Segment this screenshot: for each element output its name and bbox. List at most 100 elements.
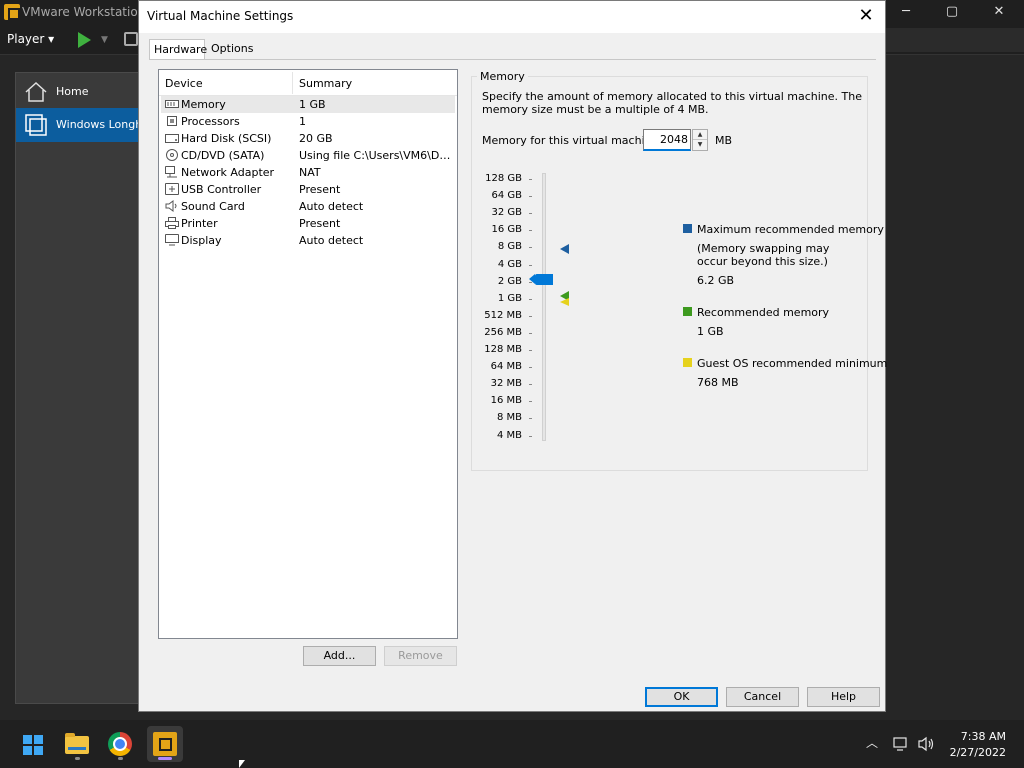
recommended-title: Recommended memory: [697, 306, 830, 319]
start-icon: [23, 735, 43, 755]
recommended-swatch-icon: [683, 307, 692, 316]
max-recommended-swatch-icon: [683, 224, 692, 233]
clock-time[interactable]: 7:38 AM: [958, 730, 1006, 743]
device-row-display[interactable]: Display Auto detect: [161, 232, 455, 249]
tab-hardware[interactable]: Hardware: [149, 39, 207, 61]
player-menu[interactable]: Player ▾: [7, 32, 54, 46]
show-hidden-icons-icon[interactable]: ︿: [866, 734, 878, 751]
ok-button[interactable]: OK: [645, 687, 718, 707]
memory-field-label: Memory for this virtual machine:: [482, 134, 663, 147]
cancel-button[interactable]: Cancel: [726, 687, 799, 707]
memory-slider-track[interactable]: [542, 173, 546, 441]
taskbar-file-explorer[interactable]: [59, 726, 95, 762]
scale-tick: [529, 298, 532, 300]
maximize-button[interactable]: ▢: [930, 3, 974, 23]
device-row-cd-dvd[interactable]: CD/DVD (SATA) Using file C:\Users\VM6\Do…: [161, 147, 455, 164]
device-row-usb-controller[interactable]: USB Controller Present: [161, 181, 455, 198]
memory-slider-thumb[interactable]: [529, 274, 553, 285]
device-name: Memory: [181, 98, 226, 111]
max-recommended-note: occur beyond this size.): [697, 255, 828, 268]
device-name: Processors: [181, 115, 240, 128]
active-indicator: [158, 757, 172, 760]
taskbar-vmware[interactable]: [147, 726, 183, 762]
device-summary: NAT: [299, 166, 321, 179]
scale-label: 16 GB: [491, 224, 522, 236]
send-keys-icon[interactable]: [124, 32, 138, 46]
scale-tick: [529, 281, 532, 283]
scale-label: 128 GB: [485, 173, 522, 184]
scale-label: 4 MB: [496, 429, 522, 441]
scale-tick: [529, 315, 532, 317]
add-device-button[interactable]: Add...: [303, 646, 376, 666]
max-recommended-title: Maximum recommended memory: [697, 223, 884, 236]
scale-label: 1 GB: [497, 292, 522, 304]
device-row-network-adapter[interactable]: Network Adapter NAT: [161, 164, 455, 181]
close-window-button[interactable]: ✕: [977, 3, 1021, 23]
device-summary: 1: [299, 115, 306, 128]
memory-input[interactable]: 2048: [643, 129, 691, 151]
display-icon: [165, 234, 179, 246]
library-item-home[interactable]: Home: [16, 75, 140, 109]
device-row-hard-disk[interactable]: Hard Disk (SCSI) 20 GB: [161, 130, 455, 147]
guest-minimum-value: 768 MB: [697, 376, 739, 389]
scale-tick: [529, 230, 532, 232]
column-header-summary[interactable]: Summary: [299, 77, 352, 90]
guest-minimum-title: Guest OS recommended minimum: [697, 357, 888, 370]
spinner-down-icon[interactable]: ▼: [693, 140, 707, 150]
scale-tick: [529, 196, 532, 198]
hard-disk-icon: [165, 134, 179, 143]
memory-spinner[interactable]: ▲ ▼: [692, 129, 708, 151]
max-recommended-note: (Memory swapping may: [697, 242, 830, 255]
scale-tick: [529, 213, 532, 215]
minimize-button[interactable]: ─: [884, 3, 928, 23]
memory-group: Memory Specify the amount of memory allo…: [471, 70, 887, 471]
scale-tick: [529, 247, 532, 249]
recommended-value: 1 GB: [697, 325, 724, 338]
help-button[interactable]: Help: [807, 687, 880, 707]
tab-options[interactable]: Options: [207, 39, 253, 59]
device-summary: Auto detect: [299, 200, 364, 213]
device-summary: 1 GB: [299, 98, 326, 111]
device-list[interactable]: Device Summary Memory 1 GB Processors 1 …: [158, 69, 458, 639]
play-dropdown-icon[interactable]: ▼: [101, 35, 108, 45]
library-item-vm[interactable]: Windows Longhorn: [16, 108, 140, 142]
device-row-processors[interactable]: Processors 1: [161, 113, 455, 130]
device-name: Network Adapter: [181, 166, 275, 179]
scale-tick: [529, 367, 532, 369]
spinner-up-icon[interactable]: ▲: [693, 130, 707, 140]
play-icon[interactable]: [78, 32, 91, 48]
device-row-sound-card[interactable]: Sound Card Auto detect: [161, 198, 455, 215]
clock-date[interactable]: 2/27/2022: [948, 746, 1006, 759]
volume-icon[interactable]: [918, 736, 936, 752]
column-separator[interactable]: [292, 72, 293, 94]
device-summary: Using file C:\Users\VM6\Dow...: [299, 149, 451, 162]
remove-device-button[interactable]: Remove: [384, 646, 457, 666]
scale-label: 32 MB: [490, 378, 522, 390]
start-button[interactable]: [14, 726, 50, 762]
device-row-memory[interactable]: Memory 1 GB: [161, 96, 455, 113]
workstation-title: VMware Workstation: [22, 5, 146, 19]
scale-tick: [529, 350, 532, 351]
scale-tick: [529, 264, 532, 266]
scale-label: 512 MB: [484, 309, 522, 321]
processor-icon: [167, 116, 177, 126]
running-indicator: [118, 757, 123, 760]
mouse-cursor-icon: [239, 760, 245, 768]
device-summary: 20 GB: [299, 132, 333, 145]
cd-dvd-icon: [166, 149, 178, 161]
scale-tick: [529, 179, 532, 180]
device-summary: Present: [299, 183, 341, 196]
toolbar-search-area: [886, 28, 1024, 52]
file-explorer-icon: [65, 733, 89, 754]
network-icon[interactable]: [893, 736, 909, 752]
device-list-header: Device Summary: [159, 70, 457, 96]
vmware-logo-icon: [4, 4, 20, 20]
dialog-close-button[interactable]: ✕: [853, 5, 879, 29]
memory-description: Specify the amount of memory allocated t…: [482, 90, 862, 116]
device-name: Hard Disk (SCSI): [181, 132, 272, 145]
scale-label: 32 GB: [491, 207, 522, 219]
device-summary: Auto detect: [299, 234, 364, 247]
taskbar-chrome[interactable]: [102, 726, 138, 762]
column-header-device[interactable]: Device: [165, 77, 203, 90]
device-row-printer[interactable]: Printer Present: [161, 215, 455, 232]
